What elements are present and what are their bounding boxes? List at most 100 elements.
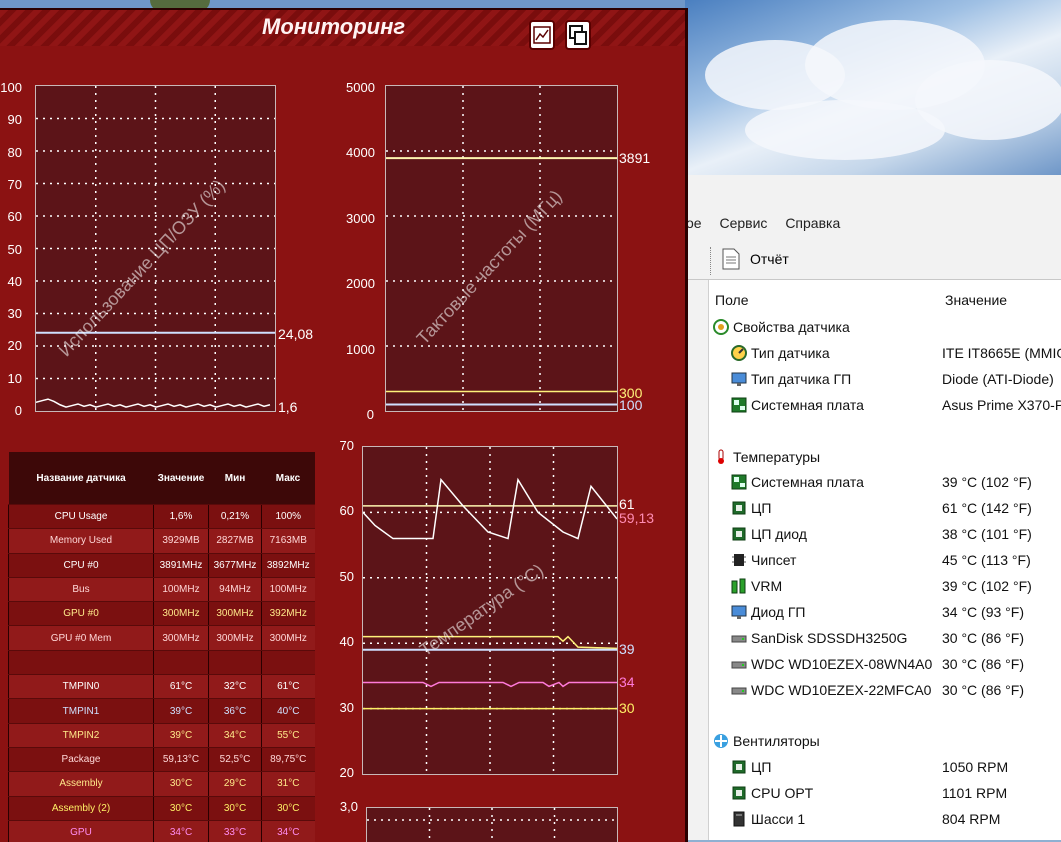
table-cell-min: 3677MHz [208,553,262,578]
table-header-max[interactable]: Макс [261,452,315,505]
table-cell-name: Package [8,747,154,773]
temp-tmpin1-value: 39 [619,641,635,657]
list-item[interactable]: VRM 39 °C (102 °F) [709,575,1061,599]
table-cell-min: 300MHz [208,601,262,627]
table-row[interactable]: Bus 100MHz 94MHz 100MHz [8,577,315,603]
table-row[interactable]: GPU #0 Mem 300MHz 300MHz 300MHz [8,625,315,651]
sensor-list: Поле Значение Свойства датчика Тип датчик… [708,280,1061,840]
table-cell-min: 30°C [208,796,262,821]
list-item-value: 1050 RPM [942,759,1009,776]
desktop-sky [685,0,1061,175]
list-item-value: 30 °C (86 °F) [942,681,1024,698]
toolbar-divider [710,247,711,275]
cpu-usage-value: 24,08 [278,326,314,342]
table-cell-min: 33°C [208,820,262,842]
aida-window: ое Сервис Справка Отчёт Поле Значение Св… [686,175,1061,840]
monitoring-window: Мониторинг 100 90 80 70 60 50 40 30 20 10 0 Исполь… [0,8,688,842]
table-cell-max: 31°C [261,771,315,797]
table-row[interactable]: CPU #0 3891MHz 3677MHz 3892MHz [8,553,315,578]
y-axis-tick: 0 [366,407,374,422]
table-row[interactable]: Assembly (2) 30°C 30°C 30°C [8,796,315,821]
list-item[interactable]: ЦП 61 °C (142 °F) [709,497,1061,521]
table-row[interactable]: Assembly 30°C 29°C 31°C [8,771,315,797]
table-cell-max: 89,75°C [261,747,315,773]
table-cell-min: 36°C [208,698,262,724]
list-section-header[interactable]: Свойства датчика [709,316,1061,340]
y-axis-tick: 20 [7,338,22,354]
table-cell-min [208,650,262,676]
table-cell-name: CPU #0 [8,553,154,578]
temp-assembly-value: 30 [619,700,635,716]
voltage-graph [366,807,618,842]
list-item[interactable]: Диод ГП 34 °C (93 °F) [709,601,1061,625]
table-header-value[interactable]: Значение [153,452,209,505]
bus-clock-value: 100 [619,397,643,413]
list-item[interactable]: ЦП диод 38 °C (101 °F) [709,523,1061,547]
table-cell-min: 34°C [208,723,262,748]
table-cell-name: TMPIN1 [8,698,154,724]
table-row[interactable]: TMPIN0 61°C 32°C 61°C [8,674,315,700]
table-cell-name: CPU Usage [8,504,154,530]
list-item[interactable]: Шасси 1 804 RPM [709,808,1061,832]
table-cell-max: 100% [261,504,315,530]
list-item-field: SanDisk SDSSDH3250G [751,629,908,646]
list-item-field: Системная плата [751,396,864,413]
list-item-value: 38 °C (101 °F) [942,526,1032,543]
list-item[interactable]: ЦП 1050 RPM [709,756,1061,780]
table-row[interactable]: Package 59,13°C 52,5°C 89,75°C [8,747,315,773]
list-item[interactable]: Системная плата Asus Prime X370-Pr [709,394,1061,418]
menu-item-service[interactable]: Сервис [719,215,767,231]
table-row[interactable]: CPU Usage 1,6% 0,21% 100% [8,504,315,530]
table-cell-max: 55°C [261,723,315,748]
restore-window-button[interactable] [565,20,591,50]
toolbar: Отчёт [686,241,1061,280]
table-cell-name: TMPIN2 [8,723,154,748]
y-axis-tick: 100 [0,80,22,95]
monitor-icon [731,371,747,387]
list-item[interactable]: CPU OPT 1101 RPM [709,782,1061,806]
table-row[interactable]: TMPIN1 39°C 36°C 40°C [8,698,315,724]
list-item-field: CPU OPT [751,785,814,802]
table-row[interactable] [8,650,315,676]
menu-item-view[interactable]: ое [686,215,702,231]
report-button[interactable]: Отчёт [722,246,802,274]
list-item-field: VRM [751,578,783,594]
y-axis-tick: 60 [339,503,354,519]
list-item[interactable]: SanDisk SDSSDH3250G 30 °C (86 °F) [709,627,1061,651]
table-cell-max: 392MHz [261,601,315,627]
list-item[interactable]: WDC WD10EZEX-22MFCA0 30 °C (86 °F) [709,679,1061,703]
cpu-icon [731,785,747,801]
list-item-field: Тип датчика [751,344,830,361]
list-section-header[interactable]: Вентиляторы [709,730,1061,754]
restore-icon [569,25,587,45]
y-axis-tick: 60 [7,209,22,225]
list-item[interactable]: Системная плата 39 °C (102 °F) [709,471,1061,495]
table-cell-max: 100MHz [261,577,315,603]
list-item[interactable]: WDC WD10EZEX-08WN4A0 30 °C (86 °F) [709,653,1061,677]
table-header-name[interactable]: Название датчика [8,452,154,505]
list-item[interactable]: Чипсет 45 °C (113 °F) [709,549,1061,573]
list-section-header[interactable]: Температуры [709,446,1061,470]
table-cell-name: GPU [8,820,154,842]
y-axis-tick: 30 [7,306,22,322]
graph-mode-button[interactable] [529,20,555,50]
menu-item-help[interactable]: Справка [785,215,840,231]
table-row[interactable]: Memory Used 3929MB 2827MB 7163MB [8,528,315,554]
table-row[interactable]: TMPIN2 39°C 34°C 55°C [8,723,315,748]
column-header-field[interactable]: Поле [715,292,749,308]
table-cell-name [8,650,154,676]
fan-icon [713,733,729,749]
list-item-value: 61 °C (142 °F) [942,500,1032,517]
table-header-min[interactable]: Мин [208,452,262,505]
table-row[interactable]: GPU #0 300MHz 300MHz 392MHz [8,601,315,627]
list-item[interactable]: Тип датчика ITE IT8665E (MMIO [709,342,1061,366]
motherboard-icon [731,397,747,413]
list-item[interactable]: Тип датчика ГП Diode (ATI-Diode) [709,368,1061,392]
chip-icon [731,552,747,568]
temp-package-value: 59,13 [619,510,655,526]
table-cell-name: TMPIN0 [8,674,154,700]
y-axis-tick: 2000 [346,276,375,292]
table-row[interactable]: GPU 34°C 33°C 34°C [8,820,315,842]
column-header-value[interactable]: Значение [945,292,1007,308]
list-item-field: Вентиляторы [733,733,820,750]
